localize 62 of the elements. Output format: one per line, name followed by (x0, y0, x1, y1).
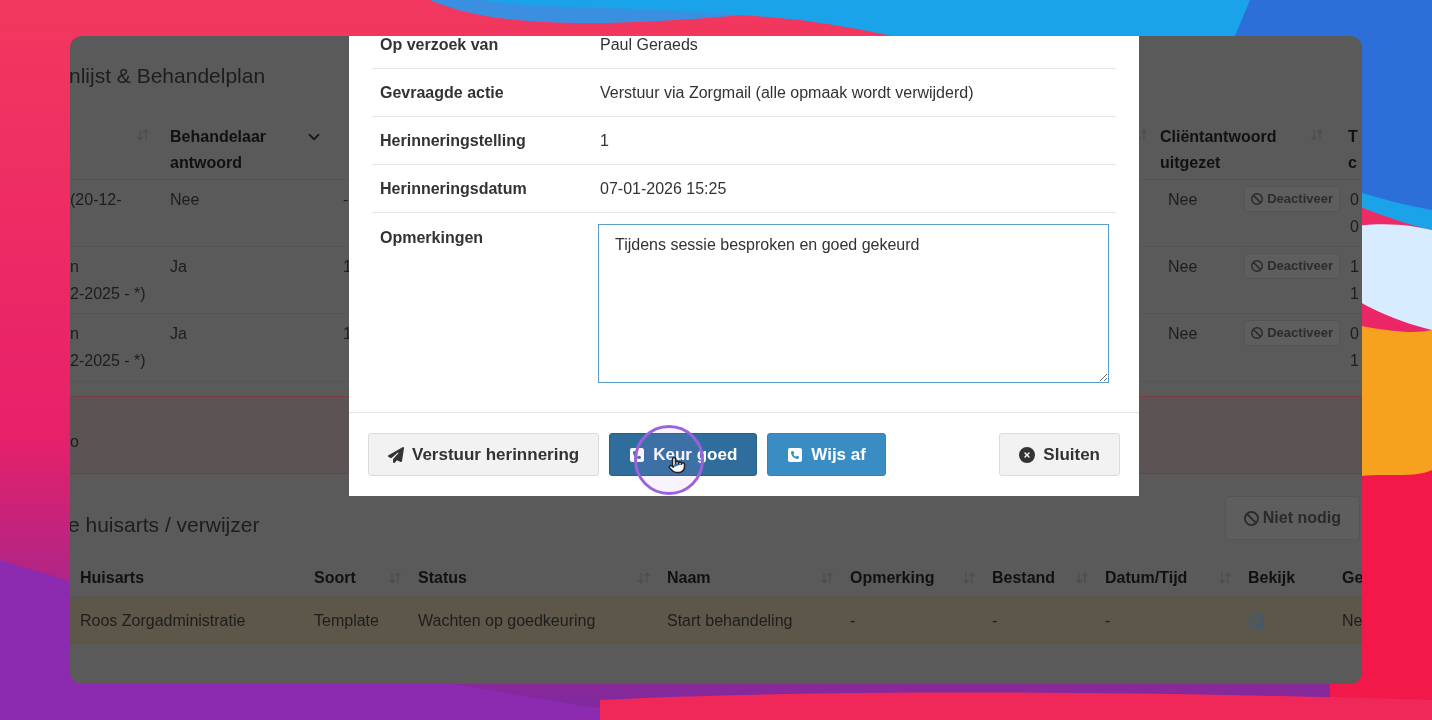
field-label: Herinneringstelling (379, 130, 527, 151)
ban-icon (1243, 510, 1259, 526)
table-cell-text: 1 (1350, 284, 1360, 304)
page-title: nlijst & Behandelplan (70, 63, 266, 90)
table-cell-text: 2-2025 - *) (70, 284, 147, 304)
table-cell-text: - (343, 190, 349, 210)
table-cell-text: Ja (170, 324, 188, 344)
table-cell-text: Nee (1168, 324, 1198, 344)
field-value: Paul Geraeds (599, 36, 698, 55)
table-cell-text: - (850, 610, 856, 631)
table-cell-text: Nee (170, 190, 201, 210)
column-header: Cliëntantwoord uitgezet (1160, 127, 1278, 173)
field-label: Herinneringsdatum (379, 178, 528, 199)
ban-icon (1251, 193, 1264, 205)
table-cell-text: Wachten op goedkeuring (418, 610, 596, 631)
table-cell-text: Roos Zorgadministratie (80, 610, 246, 631)
column-header: Soort (314, 567, 356, 588)
ban-icon (1251, 260, 1264, 272)
field-label: Op verzoek van (379, 36, 500, 55)
secondary-button[interactable]: Verstuur herinnering (368, 433, 600, 476)
table-cell-text: Ne (1342, 610, 1362, 631)
table-cell-text: 1 (1350, 257, 1360, 277)
table-cell-text: Nee (1168, 257, 1198, 277)
table-cell-text: 0 (1350, 217, 1360, 237)
column-header: T c (1348, 127, 1356, 173)
column-header: Opmerking (850, 567, 935, 588)
table-cell-text: 0 (1350, 324, 1360, 344)
column-header: Huisarts (80, 567, 145, 588)
field-value: Verstuur via Zorgmail (alle opmaak wordt verwijderd) (599, 82, 974, 103)
field-value: 07-01-2026 15:25 (599, 178, 727, 199)
field-label: Gevraagde actie (379, 82, 505, 103)
table-cell-text: Template (314, 610, 379, 631)
table-cell-text: - (992, 610, 998, 631)
phone-icon (629, 446, 646, 463)
table-cell-text: 0 (1350, 190, 1360, 210)
table-cell-text: Ja (170, 257, 188, 277)
paper-plane-icon (388, 446, 404, 463)
column-header: Naam (667, 567, 711, 588)
column-header: Bekijk (1248, 567, 1296, 588)
table-cell-text: n (70, 257, 80, 277)
secondary-button[interactable]: Sluiten (999, 433, 1120, 476)
table-cell-text: (20-12- (70, 190, 123, 210)
table-cell-text: - (1105, 610, 1111, 631)
column-header: Status (418, 567, 467, 588)
field-value: 1 (599, 130, 609, 151)
column-header: Bestand (992, 567, 1056, 588)
table-cell-text: Start behandeling (667, 610, 793, 631)
column-header: Datum/Tijd (1105, 567, 1188, 588)
phone-icon (787, 446, 804, 463)
field-label: Opmerkingen (379, 228, 485, 248)
remarks-field[interactable]: Tijdens sessie besproken en goed gekeurd (598, 224, 1109, 383)
table-cell-text: Nee (1168, 190, 1198, 210)
table-cell-text: 1 (1350, 351, 1360, 371)
ban-icon (1251, 327, 1264, 339)
document-icon[interactable] (1248, 610, 1266, 631)
column-header: Ge (1342, 567, 1362, 588)
table-cell-text: n (70, 324, 80, 344)
alert-text: o (70, 432, 79, 452)
table-cell-text: 2-2025 - *) (70, 351, 147, 371)
column-header: Behandelaar antwoord (170, 127, 268, 173)
close-icon (1019, 446, 1036, 463)
primary-button[interactable]: Wijs af (767, 433, 886, 476)
